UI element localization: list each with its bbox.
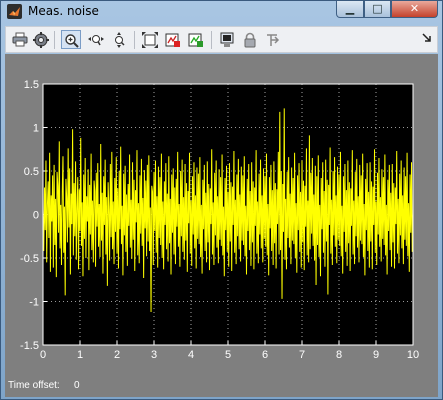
save-axes-button[interactable] <box>163 30 183 49</box>
scope-plot-area: 0 1 2 3 4 5 6 7 8 9 10 1.5 1 0.5 0 -0.5 -1 -1.5 Time offs… <box>5 54 438 397</box>
lock-axes-button[interactable] <box>240 30 260 49</box>
save-axes-icon <box>165 33 180 47</box>
scope-window: Meas. noise ▁ □ ✕ 0 1 2 3 4 5 6 7 8 9 10… <box>0 0 443 400</box>
parameters-button[interactable] <box>31 30 51 49</box>
y-tick-label: 1 <box>33 123 39 135</box>
x-tick-label: 9 <box>373 349 379 361</box>
y-tick-label: -0.5 <box>20 253 39 265</box>
zoom-in-icon <box>65 34 79 48</box>
x-tick-label: 6 <box>262 349 268 361</box>
signal-selection-button[interactable] <box>263 30 283 49</box>
printer-icon <box>12 32 28 47</box>
x-tick-label: 1 <box>77 349 83 361</box>
maximize-button[interactable]: □ <box>364 1 391 18</box>
toolbar-separator <box>134 31 135 49</box>
autoscale-icon <box>142 32 158 48</box>
autoscale-button[interactable] <box>140 30 160 49</box>
y-tick-label: -1 <box>29 297 39 309</box>
y-tick-label: 0.5 <box>24 166 39 178</box>
minimize-button[interactable]: ▁ <box>336 1 364 18</box>
x-tick-label: 3 <box>151 349 157 361</box>
zoom-x-button[interactable] <box>85 30 105 49</box>
window-title: Meas. noise <box>28 4 99 18</box>
scope-chart[interactable]: 0 1 2 3 4 5 6 7 8 9 10 1.5 1 0.5 0 -0.5 -1 -1.5 <box>5 54 438 397</box>
dock-button[interactable] <box>419 30 435 49</box>
y-tick-label: 0 <box>33 210 39 222</box>
x-tick-label: 7 <box>299 349 305 361</box>
print-button[interactable] <box>10 30 30 49</box>
time-offset-label: Time offset: <box>8 380 60 391</box>
zoom-x-axis-icon <box>88 35 104 46</box>
scope-toolbar <box>5 26 438 53</box>
time-offset-value: 0 <box>74 380 80 391</box>
floating-scope-icon <box>220 32 234 47</box>
y-tick-label: -1.5 <box>20 340 39 352</box>
zoom-y-button[interactable] <box>109 30 129 49</box>
matlab-logo-icon <box>7 4 22 19</box>
x-tick-label: 10 <box>407 349 419 361</box>
zoom-y-axis-icon <box>115 32 125 48</box>
restore-axes-button[interactable] <box>186 30 206 49</box>
dock-arrow-icon <box>422 33 431 42</box>
floating-scope-button[interactable] <box>217 30 237 49</box>
x-tick-label: 0 <box>40 349 46 361</box>
x-tick-label: 4 <box>188 349 194 361</box>
close-button[interactable]: ✕ <box>391 1 438 18</box>
toolbar-separator <box>211 31 212 49</box>
x-tick-label: 2 <box>114 349 120 361</box>
restore-axes-icon <box>188 33 203 47</box>
signal-selection-icon <box>267 34 280 46</box>
y-tick-label: 1.5 <box>24 79 39 91</box>
x-tick-label: 8 <box>336 349 342 361</box>
toolbar-separator <box>54 31 55 49</box>
x-tick-label: 5 <box>225 349 231 361</box>
lock-icon <box>244 32 256 48</box>
gear-icon <box>33 32 49 48</box>
zoom-button[interactable] <box>61 30 81 49</box>
title-bar[interactable]: Meas. noise ▁ □ ✕ <box>1 1 442 23</box>
